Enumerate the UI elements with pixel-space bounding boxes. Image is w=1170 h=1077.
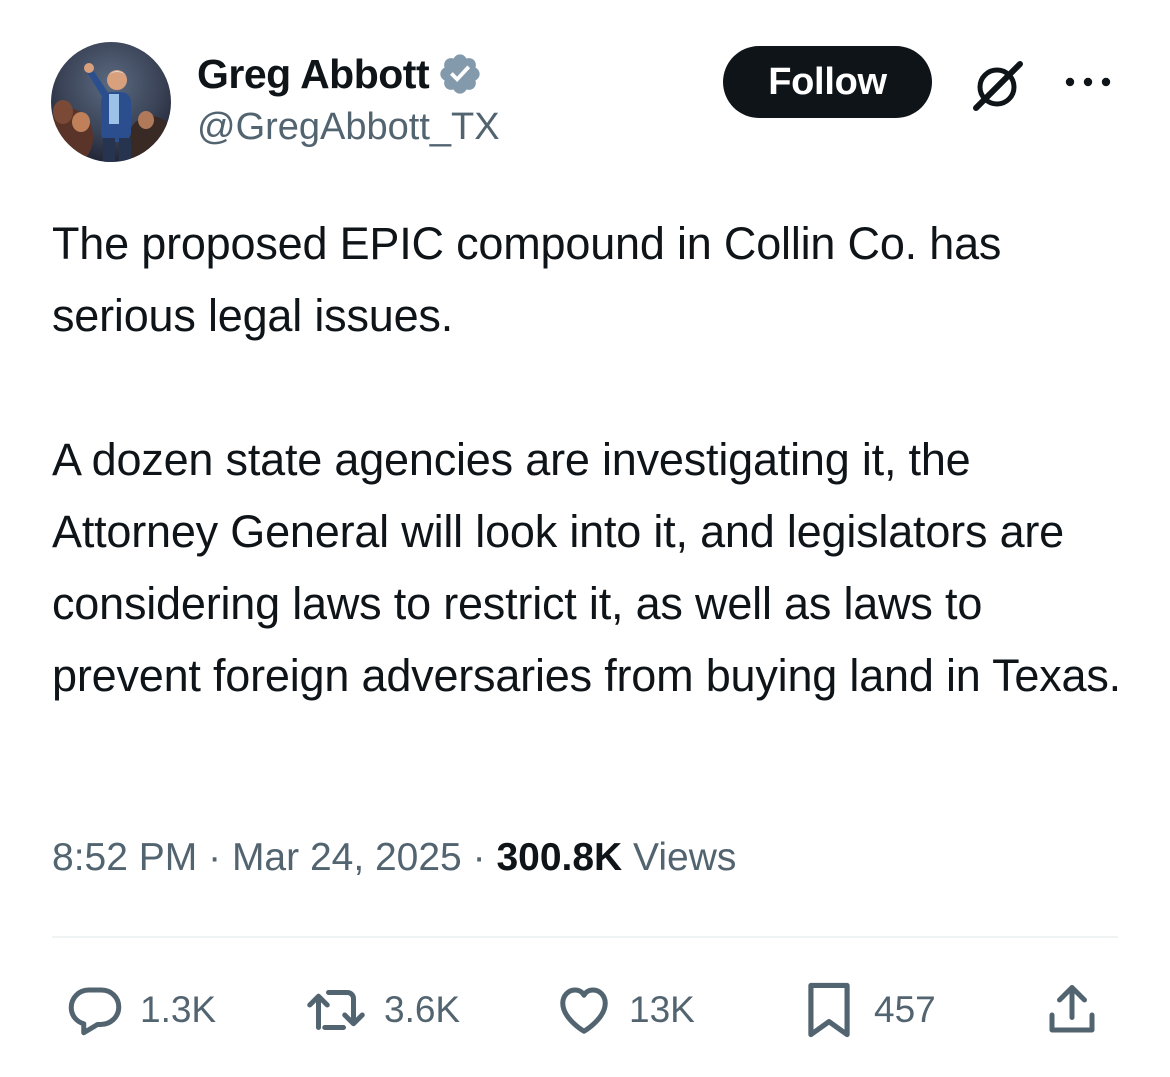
views-label: Views bbox=[633, 836, 737, 879]
views-count: 300.8K bbox=[496, 836, 623, 879]
reply-button[interactable]: 1.3K bbox=[64, 980, 216, 1040]
repost-button[interactable]: 3.6K bbox=[302, 980, 460, 1040]
reply-count: 1.3K bbox=[140, 989, 217, 1030]
repost-count: 3.6K bbox=[384, 989, 461, 1030]
reply-icon bbox=[64, 980, 126, 1040]
tweet-text: The proposed EPIC compound in Collin Co.… bbox=[52, 218, 1121, 701]
like-count: 13K bbox=[629, 989, 695, 1030]
follow-button[interactable]: Follow bbox=[723, 46, 932, 118]
bookmark-count: 457 bbox=[874, 989, 936, 1030]
bookmark-button[interactable]: 457 bbox=[798, 980, 936, 1040]
share-button[interactable] bbox=[1042, 980, 1102, 1040]
verified-badge-icon[interactable] bbox=[437, 51, 483, 97]
like-button[interactable]: 13K bbox=[553, 980, 695, 1040]
author-handle[interactable]: @GregAbbott_TX bbox=[197, 108, 500, 146]
display-name[interactable]: Greg Abbott bbox=[197, 53, 430, 95]
repost-icon bbox=[302, 980, 370, 1040]
bookmark-icon bbox=[798, 979, 860, 1041]
meta-separator: · bbox=[208, 836, 222, 879]
grok-icon[interactable] bbox=[966, 58, 1028, 112]
divider bbox=[52, 936, 1118, 938]
avatar[interactable] bbox=[51, 42, 171, 162]
tweet-meta: 8:52 PM · Mar 24, 2025 · 300.8K Views bbox=[52, 830, 736, 886]
meta-separator: · bbox=[472, 836, 486, 879]
share-icon bbox=[1042, 980, 1102, 1040]
tweet-time[interactable]: 8:52 PM bbox=[52, 836, 197, 879]
heart-icon bbox=[553, 980, 615, 1040]
tweet-date[interactable]: Mar 24, 2025 bbox=[232, 836, 462, 879]
more-icon[interactable] bbox=[1062, 72, 1114, 92]
